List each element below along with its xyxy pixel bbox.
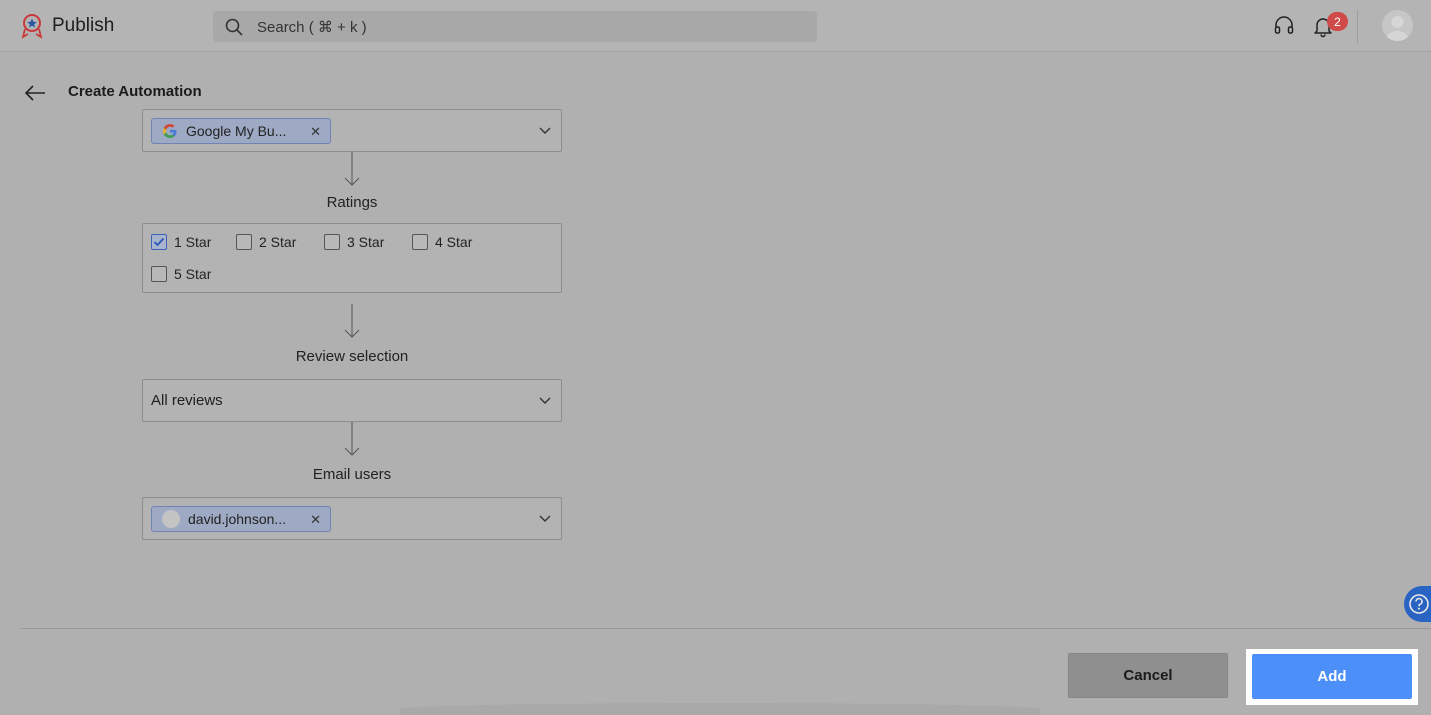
publish-logo-icon xyxy=(21,14,43,39)
check-icon xyxy=(153,237,165,247)
review-selection-value: All reviews xyxy=(151,392,223,409)
avatar[interactable] xyxy=(1382,10,1413,41)
google-icon xyxy=(163,124,177,138)
rating-option-3-star[interactable]: 3 Star xyxy=(324,234,384,250)
review-selection-label: Review selection xyxy=(295,348,409,365)
rating-option-5-star[interactable]: 5 Star xyxy=(151,266,211,282)
brand[interactable]: Publish xyxy=(20,13,114,39)
rating-option-1-star[interactable]: 1 Star xyxy=(151,234,211,250)
arrow-down-icon xyxy=(344,422,360,456)
checkbox[interactable] xyxy=(236,234,252,250)
close-icon[interactable]: ✕ xyxy=(310,512,321,528)
footer-divider xyxy=(20,628,1431,629)
app-name: Publish xyxy=(52,15,115,36)
review-selection-select[interactable]: All reviews xyxy=(142,379,562,422)
rating-label: 5 Star xyxy=(174,266,212,282)
source-select[interactable]: Google My Bu... ✕ xyxy=(142,109,562,152)
rating-label: 1 Star xyxy=(174,234,212,250)
chevron-down-icon[interactable] xyxy=(538,123,552,137)
checkbox[interactable] xyxy=(151,266,167,282)
bottom-shadow xyxy=(400,703,1040,715)
chevron-down-icon[interactable] xyxy=(538,511,552,525)
arrow-down-icon xyxy=(344,304,360,338)
ratings-group: 1 Star 2 Star 3 Star 4 Star 5 Star xyxy=(142,223,562,293)
user-silhouette-icon xyxy=(1386,16,1409,41)
checkbox-checked[interactable] xyxy=(151,234,167,250)
source-chip: Google My Bu... ✕ xyxy=(151,118,331,144)
close-icon[interactable]: ✕ xyxy=(310,124,321,140)
topbar-divider xyxy=(1357,10,1358,43)
rating-label: 3 Star xyxy=(347,234,385,250)
user-chip: david.johnson... ✕ xyxy=(151,506,331,532)
rating-label: 4 Star xyxy=(435,234,473,250)
user-chip-label: david.johnson... xyxy=(188,511,287,527)
user-avatar xyxy=(162,510,180,528)
arrow-down-icon xyxy=(344,152,360,186)
ratings-label: Ratings xyxy=(326,194,378,211)
help-button[interactable] xyxy=(1404,586,1431,622)
top-bar: Publish Search ( ⌘ + k ) 2 xyxy=(0,0,1431,52)
email-users-select[interactable]: david.johnson... ✕ xyxy=(142,497,562,540)
chevron-down-icon[interactable] xyxy=(538,393,552,407)
source-chip-label: Google My Bu... xyxy=(186,123,287,139)
search-icon xyxy=(225,18,243,36)
help-icon xyxy=(1409,594,1429,614)
rating-label: 2 Star xyxy=(259,234,297,250)
cancel-button[interactable]: Cancel xyxy=(1068,653,1228,698)
checkbox[interactable] xyxy=(412,234,428,250)
back-arrow-icon[interactable] xyxy=(23,82,47,104)
search-input[interactable]: Search ( ⌘ + k ) xyxy=(257,18,367,36)
rating-option-4-star[interactable]: 4 Star xyxy=(412,234,472,250)
page-title: Create Automation xyxy=(68,83,202,100)
rating-option-2-star[interactable]: 2 Star xyxy=(236,234,296,250)
notification-badge: 2 xyxy=(1327,12,1348,31)
checkbox[interactable] xyxy=(324,234,340,250)
headset-icon[interactable] xyxy=(1272,14,1296,38)
add-button[interactable]: Add xyxy=(1252,654,1412,699)
email-users-label: Email users xyxy=(312,466,392,483)
search-bar[interactable]: Search ( ⌘ + k ) xyxy=(213,11,817,42)
